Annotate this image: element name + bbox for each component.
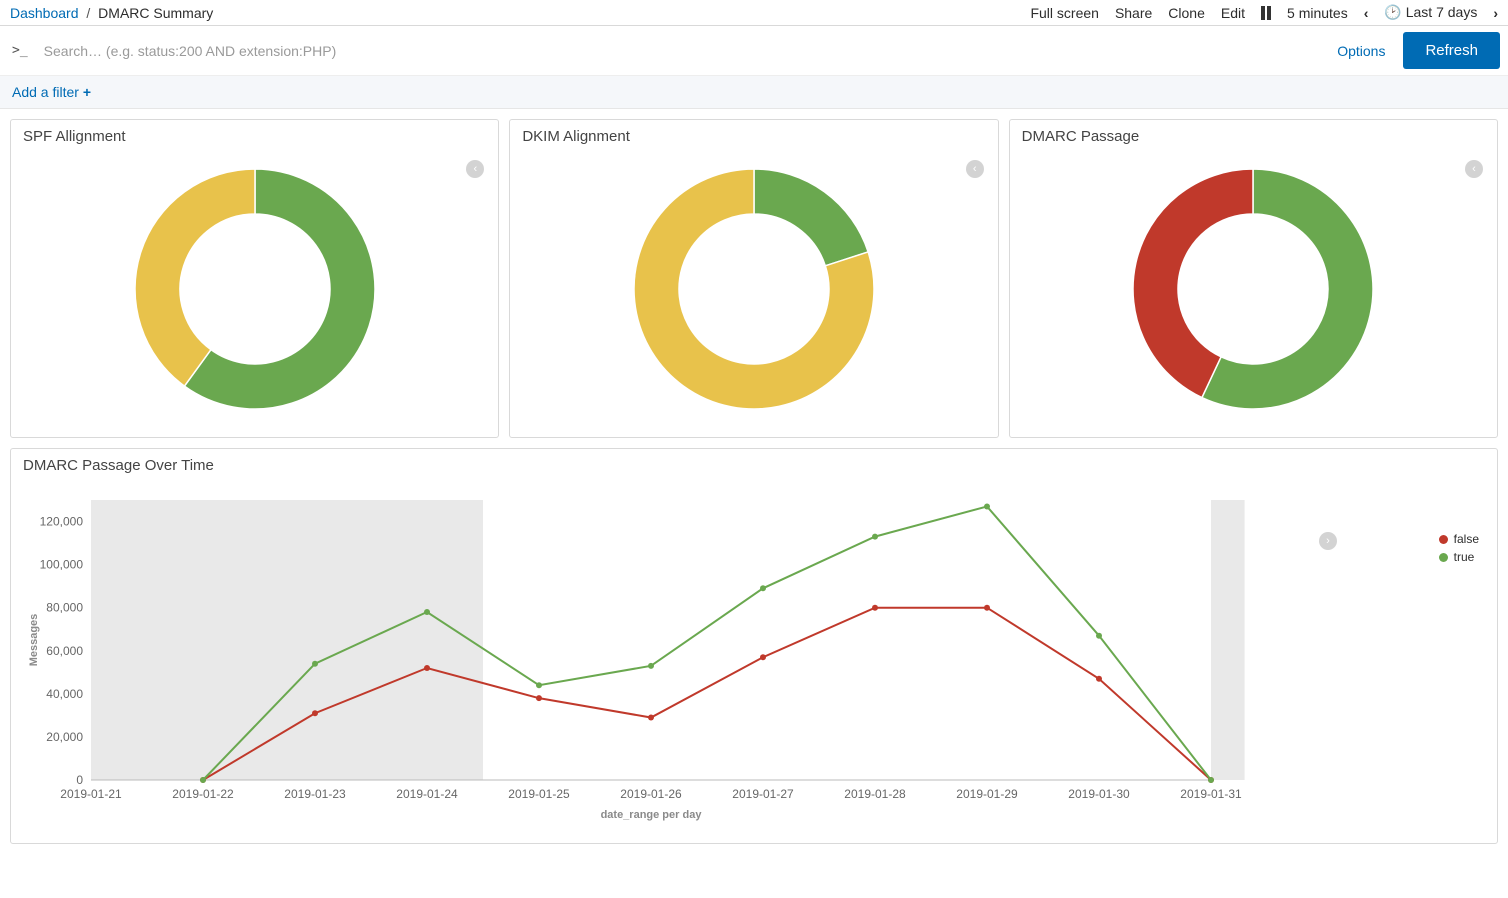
panel-body	[510, 153, 997, 437]
add-filter-button[interactable]: Add a filter +	[12, 84, 91, 100]
svg-text:2019-01-26: 2019-01-26	[620, 787, 682, 801]
svg-text:2019-01-21: 2019-01-21	[60, 787, 122, 801]
legend-label: true	[1454, 550, 1475, 564]
search-prompt-icon: >_	[8, 43, 32, 58]
edit-button[interactable]: Edit	[1221, 5, 1245, 21]
time-prev-icon[interactable]: ‹	[1364, 5, 1369, 21]
svg-text:2019-01-27: 2019-01-27	[732, 787, 794, 801]
svg-text:100,000: 100,000	[40, 558, 84, 572]
breadcrumb-root[interactable]: Dashboard	[10, 5, 79, 21]
svg-text:0: 0	[76, 773, 83, 787]
refresh-button[interactable]: Refresh	[1403, 32, 1500, 69]
dmarc-line-chart: 0 20,000 40,000 60,000 80,000 100,000 120,000 M…	[21, 490, 1391, 830]
panel-title: DMARC Passage Over Time	[11, 449, 1497, 482]
legend-item-true[interactable]: true	[1439, 550, 1479, 564]
svg-text:2019-01-30: 2019-01-30	[1068, 787, 1130, 801]
svg-text:2019-01-23: 2019-01-23	[284, 787, 346, 801]
legend-dot-icon	[1439, 553, 1448, 562]
dmarc-donut-chart	[1123, 159, 1383, 419]
breadcrumb-current: DMARC Summary	[98, 5, 213, 21]
line-chart-area: › false true 0 20,000 40,000 60,000 80,000 10…	[11, 482, 1497, 843]
refresh-interval[interactable]: 5 minutes	[1287, 5, 1348, 21]
svg-text:2019-01-28: 2019-01-28	[844, 787, 906, 801]
svg-text:80,000: 80,000	[46, 601, 83, 615]
clone-button[interactable]: Clone	[1168, 5, 1205, 21]
svg-text:Messages: Messages	[28, 614, 40, 667]
breadcrumb: Dashboard / DMARC Summary	[10, 5, 1030, 21]
spf-donut-chart	[125, 159, 385, 419]
svg-text:2019-01-29: 2019-01-29	[956, 787, 1018, 801]
panel-spf: SPF Allignment ‹	[10, 119, 499, 438]
panel-title: DMARC Passage	[1010, 120, 1497, 153]
svg-text:date_range per day: date_range per day	[601, 809, 703, 821]
plus-icon: +	[83, 84, 91, 100]
panel-title: SPF Allignment	[11, 120, 498, 153]
svg-text:120,000: 120,000	[40, 515, 84, 529]
panel-dmarc: DMARC Passage ‹	[1009, 119, 1498, 438]
svg-text:40,000: 40,000	[46, 687, 83, 701]
panel-grid: SPF Allignment ‹ DKIM Alignment ‹ DMARC …	[0, 109, 1508, 448]
time-next-icon[interactable]: ›	[1493, 5, 1498, 21]
svg-text:60,000: 60,000	[46, 644, 83, 658]
filter-bar: Add a filter +	[0, 76, 1508, 109]
svg-text:2019-01-25: 2019-01-25	[508, 787, 570, 801]
svg-text:2019-01-31: 2019-01-31	[1180, 787, 1242, 801]
legend-label: false	[1454, 532, 1479, 546]
search-input[interactable]	[40, 35, 1320, 67]
panel-dkim: DKIM Alignment ‹	[509, 119, 998, 438]
time-range-picker[interactable]: 🕑 Last 7 days	[1384, 4, 1477, 21]
svg-text:2019-01-24: 2019-01-24	[396, 787, 458, 801]
add-filter-label: Add a filter	[12, 84, 79, 100]
time-range-label: Last 7 days	[1406, 4, 1478, 20]
panel-body	[11, 153, 498, 437]
legend-collapse-icon[interactable]: ›	[1319, 532, 1337, 550]
share-button[interactable]: Share	[1115, 5, 1152, 21]
panel-title: DKIM Alignment	[510, 120, 997, 153]
pause-icon[interactable]	[1261, 6, 1271, 20]
clock-icon: 🕑	[1384, 4, 1401, 20]
search-bar: >_ Options Refresh	[0, 26, 1508, 76]
svg-text:2019-01-22: 2019-01-22	[172, 787, 234, 801]
panel-body	[1010, 153, 1497, 437]
top-bar: Dashboard / DMARC Summary Full screen Sh…	[0, 0, 1508, 26]
legend-dot-icon	[1439, 535, 1448, 544]
legend-item-false[interactable]: false	[1439, 532, 1479, 546]
svg-text:20,000: 20,000	[46, 730, 83, 744]
panel-dmarc-over-time: DMARC Passage Over Time › false true 020…	[10, 448, 1498, 844]
toolbar-actions: Full screen Share Clone Edit 5 minutes ‹…	[1030, 4, 1498, 21]
line-chart-legend: false true	[1439, 532, 1479, 568]
breadcrumb-separator: /	[82, 5, 94, 21]
dkim-donut-chart	[624, 159, 884, 419]
search-options-link[interactable]: Options	[1327, 43, 1395, 59]
fullscreen-button[interactable]: Full screen	[1030, 5, 1098, 21]
